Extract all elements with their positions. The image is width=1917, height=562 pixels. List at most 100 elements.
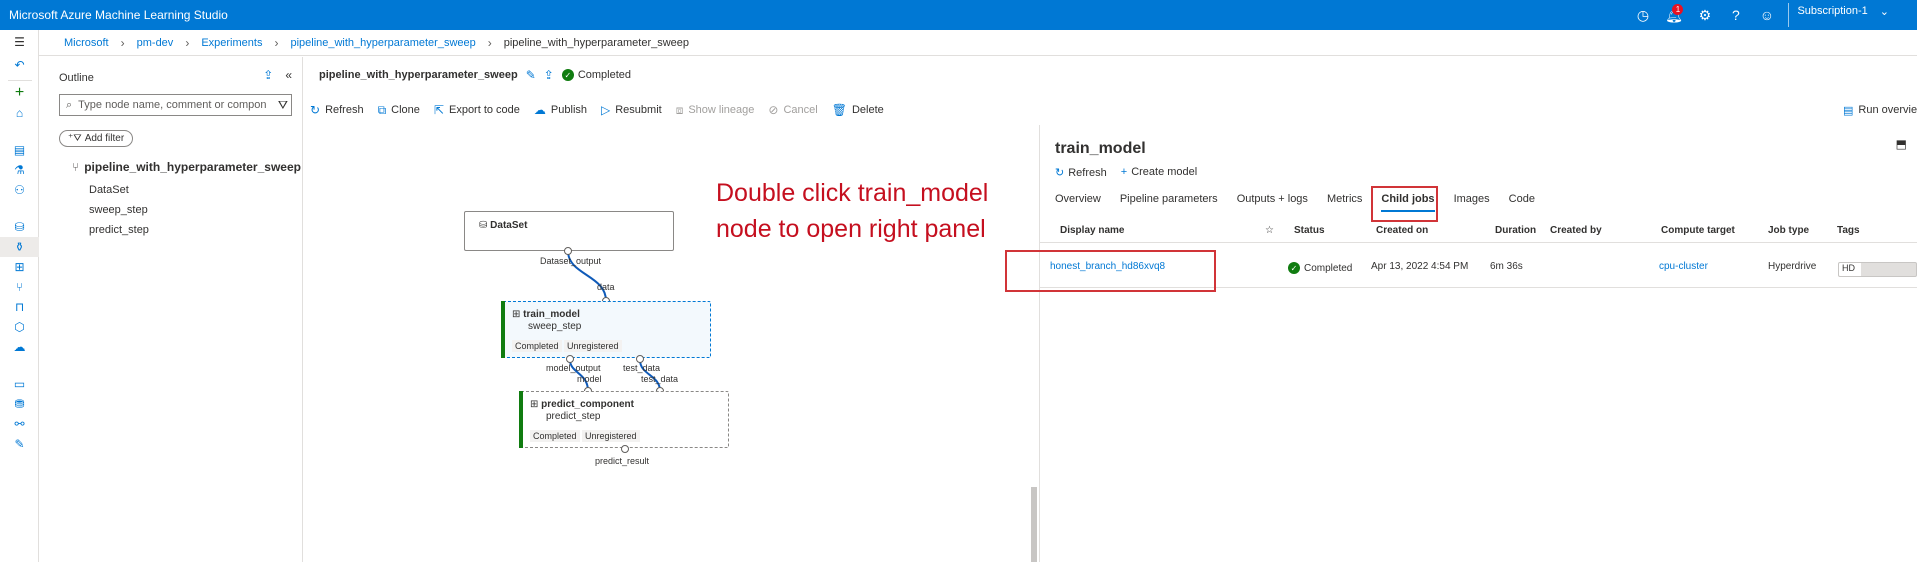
left-nav-rail: ☰ ↶ + ⌂ ▤ ⚗ ⚇ ⛁ ⚱ ⊞ ⑂ ⊓ ⬡ ☁ ▭ ⛃ ⚯ ✎	[0, 30, 39, 562]
add-filter-label: Add filter	[84, 133, 125, 144]
tab-overview[interactable]: Overview	[1055, 187, 1101, 211]
row-compute-target-link[interactable]: cpu-cluster	[1659, 261, 1708, 272]
cancel-label: Cancel	[783, 104, 818, 116]
panel-actions: ↻ Refresh + Create model	[1055, 166, 1197, 179]
subscription-label: Subscription-1	[1797, 5, 1868, 17]
add-filter-button[interactable]: ⁺⛛ Add filter	[59, 130, 134, 147]
endpoints-icon[interactable]: ☁	[0, 337, 39, 357]
subscription-selector[interactable]: Subscription-1 ⌄	[1788, 3, 1889, 27]
col-created-on[interactable]: Created on	[1376, 225, 1428, 236]
show-lineage-button[interactable]: ⧈ Show lineage	[676, 103, 755, 118]
dataset-output-port[interactable]	[564, 247, 572, 255]
top-bar: Microsoft Azure Machine Learning Studio …	[0, 0, 1917, 30]
refresh-icon: ↻	[1055, 167, 1065, 179]
lineage-label: Show lineage	[688, 104, 755, 116]
outline-root-label: pipeline_with_hyperparameter_sweep	[84, 160, 301, 174]
col-job-type[interactable]: Job type	[1768, 225, 1809, 236]
outline-item-dataset[interactable]: DataSet	[89, 184, 129, 196]
node-status-bar	[519, 391, 523, 448]
back-icon[interactable]: ↶	[0, 55, 39, 75]
bell-icon[interactable]: 🔔︎ 1	[1658, 0, 1689, 30]
col-compute-target[interactable]: Compute target	[1661, 225, 1735, 236]
data-icon[interactable]: ⛁	[0, 217, 39, 237]
run-overview-button[interactable]: ▤ Run overview	[1843, 99, 1917, 121]
models-icon[interactable]: ⬡	[0, 317, 39, 337]
plus-new-icon[interactable]: +	[0, 83, 39, 103]
cancel-button[interactable]: ⊘ Cancel	[768, 103, 817, 117]
tab-pipeline-parameters[interactable]: Pipeline parameters	[1120, 187, 1218, 211]
resubmit-button[interactable]: ▷ Resubmit	[601, 103, 662, 117]
panel-title: train_model	[1055, 140, 1146, 157]
jobs-icon[interactable]: ⚱	[0, 237, 39, 257]
row-status: ✓ Completed	[1288, 262, 1352, 274]
feedback-smiley-icon[interactable]: ☺	[1751, 0, 1782, 30]
designer-icon[interactable]: ⚇	[0, 180, 39, 200]
test-data-output-port[interactable]	[636, 355, 644, 363]
compute-icon[interactable]: ▭	[0, 374, 39, 394]
environments-icon[interactable]: ⊓	[0, 297, 39, 317]
edit-icon[interactable]: ✎	[526, 68, 536, 82]
col-created-by[interactable]: Created by	[1550, 225, 1602, 236]
dataset-node[interactable]: ⛁ DataSet	[464, 211, 674, 251]
filter-icon[interactable]: ⛛	[278, 98, 288, 113]
predict-component-node[interactable]: ⊞ predict_component predict_step Complet…	[519, 391, 729, 448]
pipelines-icon[interactable]: ⑂	[0, 277, 39, 297]
train-input-label: data	[597, 282, 615, 292]
annotation-line-1: Double click train_model	[716, 179, 989, 207]
breadcrumb-workspace[interactable]: pm-dev	[137, 37, 174, 49]
history-icon[interactable]: ◷	[1627, 0, 1658, 30]
breadcrumb-microsoft[interactable]: Microsoft	[64, 37, 109, 49]
row-created-on: Apr 13, 2022 4:54 PM	[1371, 261, 1469, 272]
col-tags[interactable]: Tags	[1837, 225, 1860, 236]
app-title[interactable]: Microsoft Azure Machine Learning Studio	[0, 8, 228, 22]
rail-divider	[8, 80, 32, 81]
star-icon[interactable]: ☆	[1265, 225, 1274, 236]
expand-panel-icon[interactable]: ⬒	[1896, 137, 1907, 151]
col-duration[interactable]: Duration	[1495, 225, 1536, 236]
train-model-subtitle: sweep_step	[528, 321, 582, 332]
dataset-node-title: ⛁ DataSet	[479, 220, 528, 231]
refresh-button[interactable]: ↻ Refresh	[310, 103, 364, 117]
labeling-icon[interactable]: ✎	[0, 434, 39, 454]
database-icon: ⛁	[479, 220, 491, 231]
publish-button[interactable]: ☁ Publish	[534, 103, 587, 117]
pipeline-header: pipeline_with_hyperparameter_sweep ✎ ⇪ ✓…	[304, 57, 1039, 93]
breadcrumb-experiments[interactable]: Experiments	[201, 37, 262, 49]
clone-button[interactable]: ⧉ Clone	[378, 103, 420, 118]
notebook-icon[interactable]: ▤	[0, 140, 39, 160]
model-output-port[interactable]	[566, 355, 574, 363]
hamburger-menu-icon[interactable]: ☰	[0, 32, 39, 52]
delete-button[interactable]: 🗑︎ Delete	[832, 103, 884, 117]
canvas-scrollbar[interactable]	[1031, 487, 1037, 562]
share-icon[interactable]: ⇪	[544, 68, 554, 82]
home-icon[interactable]: ⌂	[0, 103, 39, 123]
plus-icon: +	[1120, 166, 1128, 178]
share-icon[interactable]: ⇪	[263, 68, 273, 82]
collapse-panel-icon[interactable]: «	[285, 68, 292, 82]
tab-metrics[interactable]: Metrics	[1327, 187, 1362, 211]
outline-root[interactable]: ⑂ pipeline_with_hyperparameter_sweep	[72, 160, 301, 174]
col-status[interactable]: Status	[1294, 225, 1325, 236]
tab-images[interactable]: Images	[1454, 187, 1490, 211]
tab-outputs-logs[interactable]: Outputs + logs	[1237, 187, 1308, 211]
automl-icon[interactable]: ⚗	[0, 160, 39, 180]
datastores-icon[interactable]: ⛃	[0, 394, 39, 414]
export-to-code-button[interactable]: ⇱ Export to code	[434, 103, 520, 117]
chevron-right-icon: ›	[274, 35, 279, 50]
panel-refresh-button[interactable]: ↻ Refresh	[1055, 166, 1107, 179]
help-icon[interactable]: ?	[1720, 0, 1751, 30]
outline-item-predict-step[interactable]: predict_step	[89, 224, 149, 236]
outline-item-sweep-step[interactable]: sweep_step	[89, 204, 148, 216]
clone-label: Clone	[391, 104, 420, 116]
create-model-button[interactable]: + Create model	[1121, 166, 1197, 179]
predict-result-port[interactable]	[621, 445, 629, 453]
col-display-name[interactable]: Display name	[1060, 225, 1124, 236]
outline-search-input[interactable]: ⌕ Type node name, comment or compon ⛛	[59, 94, 292, 116]
tab-code[interactable]: Code	[1509, 187, 1535, 211]
train-model-node[interactable]: ⊞ train_model sweep_step Completed Unreg…	[501, 301, 711, 358]
linked-services-icon[interactable]: ⚯	[0, 414, 39, 434]
breadcrumb-experiment[interactable]: pipeline_with_hyperparameter_sweep	[290, 37, 475, 49]
outline-controls: ⇪ «	[263, 68, 292, 82]
gear-icon[interactable]: ⚙	[1689, 0, 1720, 30]
components-icon[interactable]: ⊞	[0, 257, 39, 277]
